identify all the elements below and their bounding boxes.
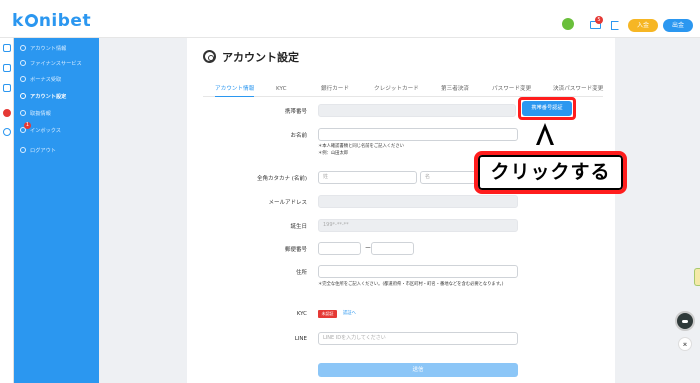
grid-icon[interactable]	[3, 44, 11, 52]
tab-bank-card[interactable]: 銀行カード	[321, 83, 349, 97]
tab-credit-card[interactable]: クレジットカード	[374, 83, 419, 97]
sidebar-item-label: アカウント設定	[30, 94, 67, 100]
tab-kyc[interactable]: KYC	[276, 83, 287, 97]
tab-third-party-payment[interactable]: 第三者決済	[441, 83, 469, 97]
postal-label: 郵便番号	[284, 247, 307, 253]
sidebar-item-account-info[interactable]: アカウント情報	[20, 43, 100, 55]
sidebar: アカウント情報 ファイナンスサービス ボーナス受取 アカウント設定 取扱情報 イ…	[14, 38, 99, 383]
withdraw-button[interactable]: 出金	[663, 19, 693, 32]
account-settings-card: アカウント設定 アカウント情報 KYC 銀行カード クレジットカード 第三者決済…	[187, 38, 627, 383]
sidebar-item-logout[interactable]: ログアウト	[20, 145, 100, 157]
sidebar-item-finance[interactable]: ファイナンスサービス	[20, 58, 100, 70]
logo-text-middle: ni	[38, 11, 58, 31]
user-avatar-icon[interactable]	[562, 18, 574, 30]
deposit-button[interactable]: 入金	[628, 19, 658, 32]
address-field[interactable]	[318, 265, 518, 278]
tab-payment-password-change[interactable]: 決済パスワード変更	[553, 83, 603, 97]
user-icon[interactable]	[3, 64, 11, 72]
birthday-label: 誕生日	[290, 224, 307, 230]
kyc-verify-link[interactable]: 認証へ	[343, 310, 356, 318]
exit-icon[interactable]	[611, 21, 619, 30]
sidebar-item-account-settings[interactable]: アカウント設定	[20, 91, 100, 103]
sidebar-item-label: ファイナンスサービス	[30, 61, 82, 67]
name-label: お名前	[290, 133, 307, 139]
support-mascot-icon[interactable]	[675, 311, 695, 331]
sidebar-item-label: ログアウト	[30, 148, 56, 154]
sidebar-item-label: 取扱情報	[30, 111, 51, 117]
callout-arrow-fill	[539, 130, 551, 146]
settings-tabs: アカウント情報 KYC 銀行カード クレジットカード 第三者決済 パスワード変更…	[203, 83, 603, 97]
mail-badge: 5	[595, 16, 603, 24]
line-id-input[interactable]: LINE IDを入力してください	[318, 332, 518, 345]
callout-text: クリックする	[490, 161, 611, 183]
inbox-badge: 1	[24, 122, 31, 129]
record-icon[interactable]	[3, 109, 11, 117]
card-icon[interactable]	[3, 84, 11, 92]
gear-icon	[203, 50, 216, 63]
kyc-status-badge: 未認証	[318, 310, 337, 318]
sidebar-item-bonus[interactable]: ボーナス受取	[20, 74, 100, 86]
email-label: メールアドレス	[268, 200, 307, 206]
kyc-label: KYC	[296, 311, 307, 317]
sidebar-item-inbox[interactable]: インボックス 1	[20, 122, 100, 137]
verify-button-highlight	[518, 97, 576, 120]
page-title: アカウント設定	[222, 51, 299, 64]
line-label: LINE	[294, 336, 307, 342]
gear-icon	[20, 93, 26, 99]
phone-field	[318, 104, 516, 117]
name-hint-1: ＊本人確認書類と同じ名前をご記入ください	[318, 144, 404, 149]
top-header: k nibet 5 入金 出金	[0, 0, 700, 38]
kana-last-name-input[interactable]: 姓	[318, 171, 417, 184]
address-hint: ＊完全な住所をご記入ください。(都道府県・市区町村・町名・番地などを含む必要とな…	[318, 282, 504, 287]
konibet-logo[interactable]: k nibet	[12, 11, 91, 31]
floating-side-tab[interactable]	[694, 268, 700, 286]
logout-icon	[20, 147, 26, 153]
postal-code-first-input[interactable]	[318, 242, 361, 255]
name-field[interactable]	[318, 128, 518, 141]
sidebar-item-handling-info[interactable]: 取扱情報	[20, 108, 100, 120]
name-hint-2: ＊例：山田太郎	[318, 151, 349, 156]
instruction-callout: クリックする	[474, 151, 627, 194]
tab-account-info[interactable]: アカウント情報	[215, 83, 255, 97]
info-icon[interactable]	[3, 128, 11, 136]
sidebar-item-label: インボックス	[30, 128, 61, 134]
logo-text-end: bet	[57, 11, 92, 31]
icon-rail	[0, 38, 14, 383]
logo-o-ring	[24, 14, 38, 27]
sidebar-item-label: ボーナス受取	[30, 77, 62, 83]
email-field	[318, 195, 518, 208]
address-label: 住所	[295, 270, 307, 276]
sidebar-item-label: アカウント情報	[30, 46, 67, 52]
logo-text-start: k	[12, 11, 24, 31]
phone-label: 携帯番号	[284, 109, 307, 115]
submit-button[interactable]: 送信	[318, 363, 518, 377]
finance-icon	[20, 60, 26, 66]
tab-password-change[interactable]: パスワード変更	[492, 83, 531, 97]
kana-label: 全角カタカナ (名前)	[256, 176, 307, 182]
birthday-field: 199*-**-**	[318, 219, 518, 232]
document-icon	[20, 110, 26, 116]
postal-code-second-input[interactable]	[371, 242, 414, 255]
gift-icon	[20, 76, 26, 82]
scroll-to-top-button[interactable]: ⌅	[678, 337, 692, 351]
user-icon	[20, 45, 26, 51]
